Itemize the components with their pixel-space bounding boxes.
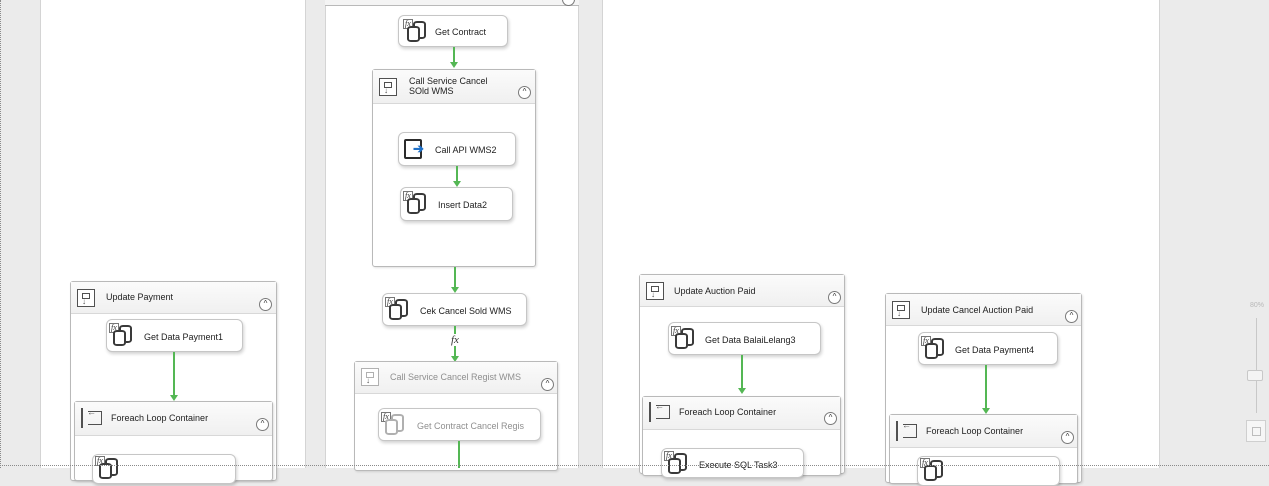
task-partial-lane4[interactable]: fx	[917, 456, 1060, 486]
zoom-slider-thumb[interactable]	[1247, 370, 1263, 381]
foreach-loop-icon	[896, 420, 918, 441]
collapse-chevron-icon[interactable]: ^	[541, 378, 554, 391]
task-label: Call API WMS2	[435, 145, 497, 155]
precedence-arrowhead	[450, 62, 458, 68]
sequence-container-icon	[646, 282, 664, 300]
execute-sql-task-icon: fx	[920, 458, 943, 481]
precedence-arrowhead	[738, 388, 746, 394]
sequence-container-icon	[379, 78, 397, 96]
task-get-data-payment1[interactable]: fx Get Data Payment1	[106, 319, 243, 352]
execute-sql-task-icon: fx	[385, 297, 408, 320]
task-get-data-payment4[interactable]: fx Get Data Payment4	[918, 332, 1058, 365]
sequence-container-icon	[77, 289, 95, 307]
collapse-chevron-icon[interactable]: ^	[824, 412, 837, 425]
collapse-chevron-icon[interactable]: ^	[518, 86, 531, 99]
execute-sql-task-icon: fx	[109, 323, 132, 346]
container-title: Update Cancel Auction Paid	[921, 305, 1034, 315]
execute-sql-task-icon: fx	[671, 326, 694, 349]
script-task-icon: ➔	[403, 138, 425, 160]
task-get-contract-cancel-regis[interactable]: fx Get Contract Cancel Regis	[378, 408, 541, 441]
task-insert-data2[interactable]: fx Insert Data2	[400, 187, 513, 221]
parent-container-bottom-edge	[325, 0, 579, 6]
control-flow-designer[interactable]: { "designer": { "zoom_label": "80%" }, "…	[0, 0, 1269, 486]
task-label: Insert Data2	[438, 200, 488, 210]
task-label: Get Contract Cancel Regis	[417, 421, 525, 431]
task-get-contract[interactable]: fx Get Contract	[398, 15, 508, 47]
foreach-loop-icon	[649, 401, 671, 422]
collapse-chevron-icon[interactable]: ^	[256, 418, 269, 431]
task-call-api-wms2[interactable]: ➔ Call API WMS2	[398, 132, 516, 166]
execute-sql-task-icon: fx	[664, 451, 687, 474]
container-title: Foreach Loop Container	[679, 407, 777, 417]
collapse-chevron-icon[interactable]: ^	[1061, 431, 1074, 444]
execute-sql-task-icon: fx	[403, 191, 426, 214]
precedence-arrow	[454, 267, 456, 288]
execute-sql-task-icon: fx	[95, 456, 118, 479]
task-label: Get Data Payment1	[144, 332, 224, 342]
container-title: Call Service Cancel SOld WMS	[409, 76, 488, 96]
container-title: Call Service Cancel Regist WMS	[390, 372, 522, 382]
viewport-bottom-border	[0, 465, 1269, 466]
expression-constraint-icon: fx	[451, 334, 459, 346]
execute-sql-task-icon: fx	[403, 19, 426, 42]
execute-sql-task-icon: fx	[921, 336, 944, 359]
precedence-arrow	[173, 352, 175, 396]
container-title: Foreach Loop Container	[111, 413, 209, 423]
sequence-container-icon	[892, 301, 910, 319]
task-get-data-balai-lelang3[interactable]: fx Get Data BalaiLelang3	[668, 322, 821, 355]
sequence-container-cancel-sold-wms[interactable]: Call Service Cancel SOld WMS ^	[372, 69, 536, 267]
task-label: Get Data BalaiLelang3	[705, 335, 796, 345]
sequence-container-icon	[361, 368, 379, 386]
execute-sql-task-icon: fx	[381, 412, 404, 435]
collapse-chevron-icon[interactable]: ^	[1065, 310, 1078, 323]
container-title: Update Auction Paid	[674, 286, 756, 296]
task-label: Cek Cancel Sold WMS	[420, 306, 512, 316]
zoom-slider-track[interactable]	[1256, 318, 1257, 413]
collapse-chevron-icon[interactable]: ^	[259, 298, 272, 311]
zoom-level-label: 80%	[1250, 302, 1265, 309]
foreach-loop-icon	[81, 407, 103, 428]
fit-to-window-icon	[1252, 427, 1261, 436]
precedence-arrow	[456, 166, 458, 182]
precedence-arrow	[741, 355, 743, 389]
collapse-chevron-icon[interactable]: ^	[828, 291, 841, 304]
task-partial-lane1[interactable]: fx	[92, 454, 236, 484]
container-title: Update Payment	[106, 292, 174, 302]
viewport-left-border	[0, 0, 1, 468]
precedence-arrow	[985, 365, 987, 409]
task-execute-sql-task3[interactable]: fx Execute SQL Task3	[661, 448, 804, 478]
zoom-fit-button[interactable]	[1246, 420, 1266, 442]
task-label: Get Data Payment4	[955, 345, 1035, 355]
precedence-arrow	[458, 441, 460, 468]
container-title: Foreach Loop Container	[926, 426, 1024, 436]
task-cek-cancel-sold-wms[interactable]: fx Cek Cancel Sold WMS	[382, 293, 527, 326]
task-label: Get Contract	[435, 27, 487, 37]
